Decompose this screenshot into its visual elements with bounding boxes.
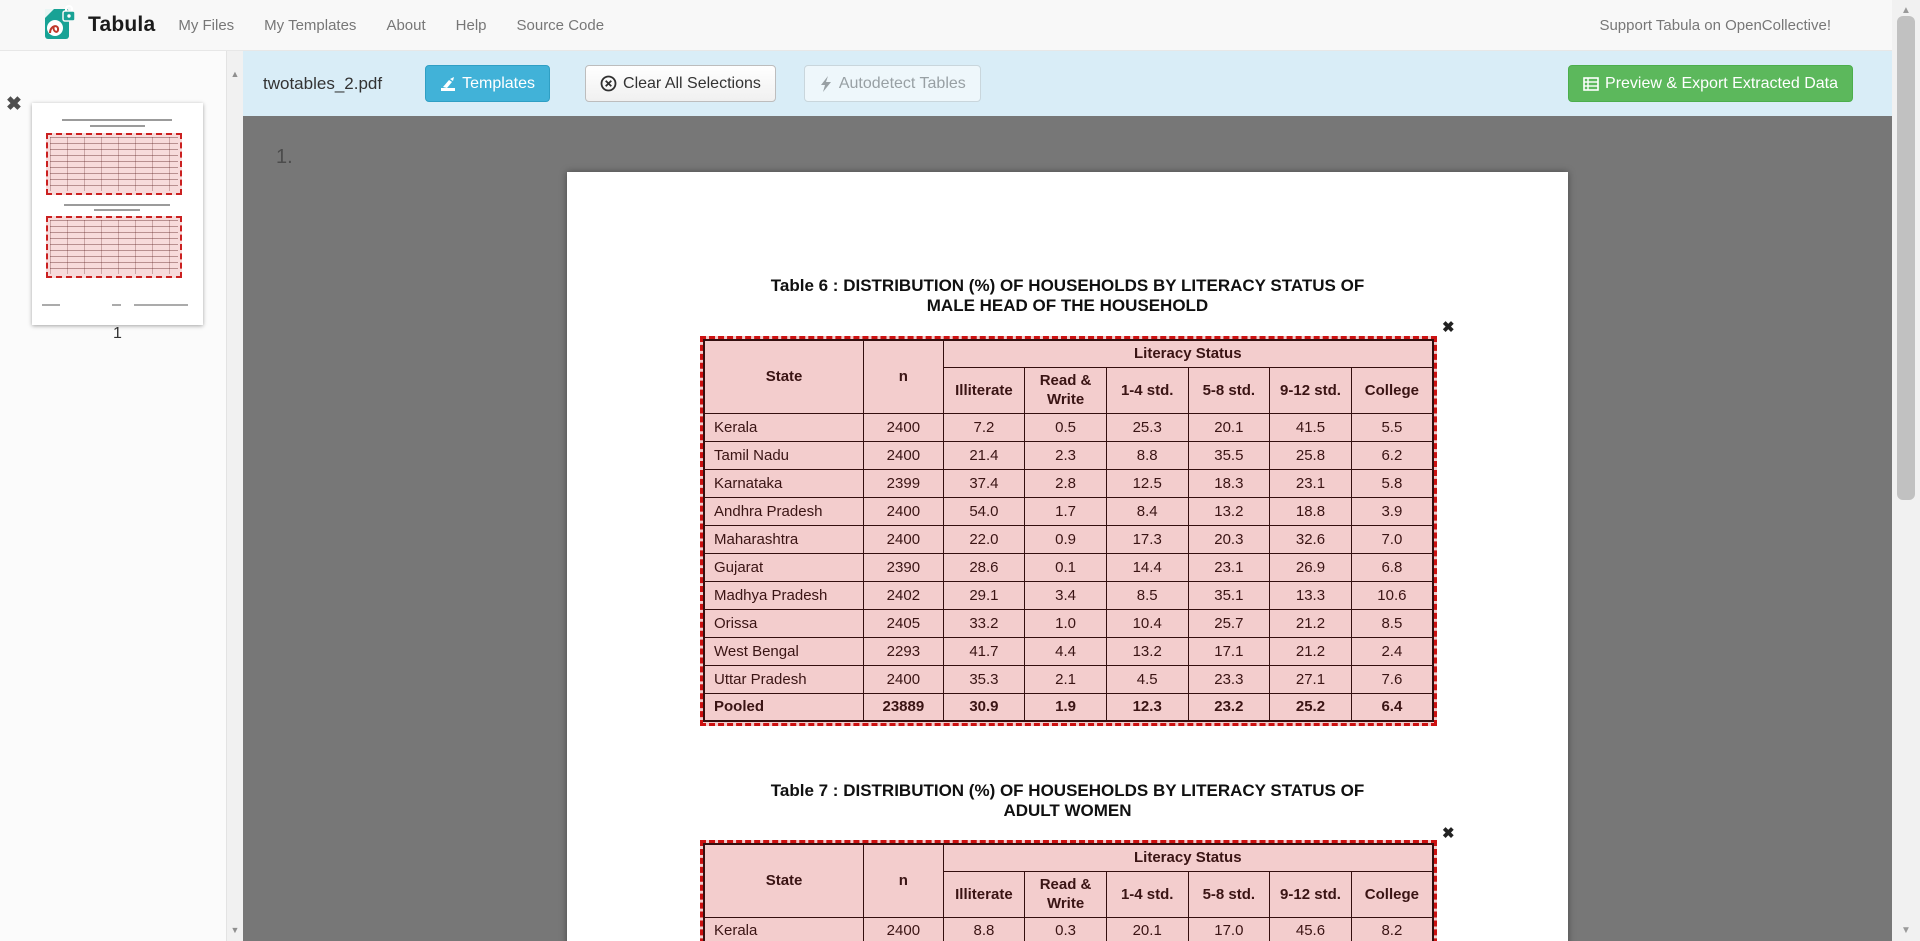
tabula-app: Tabula My Files My Templates About Help … [0, 0, 1920, 941]
clear-button-label: Clear All Selections [623, 75, 761, 93]
clear-all-selections-button[interactable]: Clear All Selections [585, 65, 776, 102]
scroll-up-icon[interactable]: ▲ [227, 69, 243, 79]
nav-item-about[interactable]: About [371, 0, 440, 50]
table6-title-line1: Table 6 : DISTRIBUTION (%) OF HOUSEHOLDS… [567, 276, 1568, 296]
nav-links: My Files My Templates About Help Source … [163, 0, 619, 50]
tabula-logo-icon [42, 4, 79, 46]
nav-item-my-files[interactable]: My Files [163, 0, 249, 50]
thumb-footer-line [112, 304, 121, 306]
thumb-title-line [94, 209, 140, 211]
thumb-selection-2 [46, 216, 182, 278]
close-document-icon[interactable]: ✖ [6, 95, 22, 114]
navbar: Tabula My Files My Templates About Help … [0, 0, 1892, 51]
thumb-footer-line [134, 304, 188, 306]
preview-export-button[interactable]: Preview & Export Extracted Data [1568, 65, 1853, 102]
thumb-title-line [62, 119, 172, 121]
brand-link[interactable]: Tabula [42, 4, 155, 46]
pdf-canvas: 1. Table 6 : DISTRIBUTION (%) OF HOUSEHO… [243, 116, 1892, 941]
thumb-selection-1 [46, 133, 182, 195]
pdf-filename: twotables_2.pdf [263, 74, 382, 94]
scroll-down-icon[interactable]: ▼ [1892, 925, 1920, 936]
table7-title-line2: ADULT WOMEN [567, 801, 1568, 821]
canvas-page-label: 1. [276, 146, 293, 169]
autodetect-tables-button[interactable]: Autodetect Tables [804, 65, 981, 102]
table-selection-1[interactable] [700, 336, 1437, 726]
thumb-mini-table [50, 220, 178, 274]
thumb-title-line [90, 125, 145, 127]
autodetect-button-label: Autodetect Tables [839, 75, 966, 93]
templates-button[interactable]: Templates [425, 65, 550, 102]
templates-button-label: Templates [462, 75, 535, 93]
page-scrollbar[interactable]: ▲ ▼ [1892, 0, 1920, 941]
remove-circle-icon [600, 75, 617, 92]
nav-item-source-code[interactable]: Source Code [502, 0, 620, 50]
support-link[interactable]: Support Tabula on OpenCollective! [1599, 0, 1831, 50]
table6-title-line2: MALE HEAD OF THE HOUSEHOLD [567, 296, 1568, 316]
table-list-icon [1583, 76, 1599, 92]
templates-icon [440, 76, 456, 92]
nav-item-my-templates[interactable]: My Templates [249, 0, 371, 50]
nav-item-help[interactable]: Help [441, 0, 502, 50]
export-button-label: Preview & Export Extracted Data [1605, 75, 1838, 93]
sidebar-scrollbar[interactable]: ▲ ▼ [226, 51, 243, 941]
selection-1-close-icon[interactable]: ✖ [1442, 320, 1455, 335]
thumbnail-page-number: 1 [32, 325, 203, 343]
thumb-footer-line [42, 304, 60, 306]
sidebar: ✖ 1 [0, 51, 226, 941]
thumb-mini-table [50, 137, 178, 191]
table7-title-line1: Table 7 : DISTRIBUTION (%) OF HOUSEHOLDS… [567, 781, 1568, 801]
toolbar: twotables_2.pdf Templates Clear All Sele… [243, 51, 1892, 116]
table-selection-2[interactable] [700, 840, 1437, 941]
scroll-up-icon[interactable]: ▲ [1892, 5, 1920, 16]
selection-2-close-icon[interactable]: ✖ [1442, 826, 1455, 841]
scrollbar-thumb[interactable] [1897, 16, 1915, 500]
lightning-bolt-icon [819, 76, 833, 92]
thumb-title-line [64, 204, 170, 206]
brand-name: Tabula [88, 13, 155, 37]
page-thumbnail[interactable] [32, 103, 203, 325]
scroll-down-icon[interactable]: ▼ [227, 925, 243, 935]
